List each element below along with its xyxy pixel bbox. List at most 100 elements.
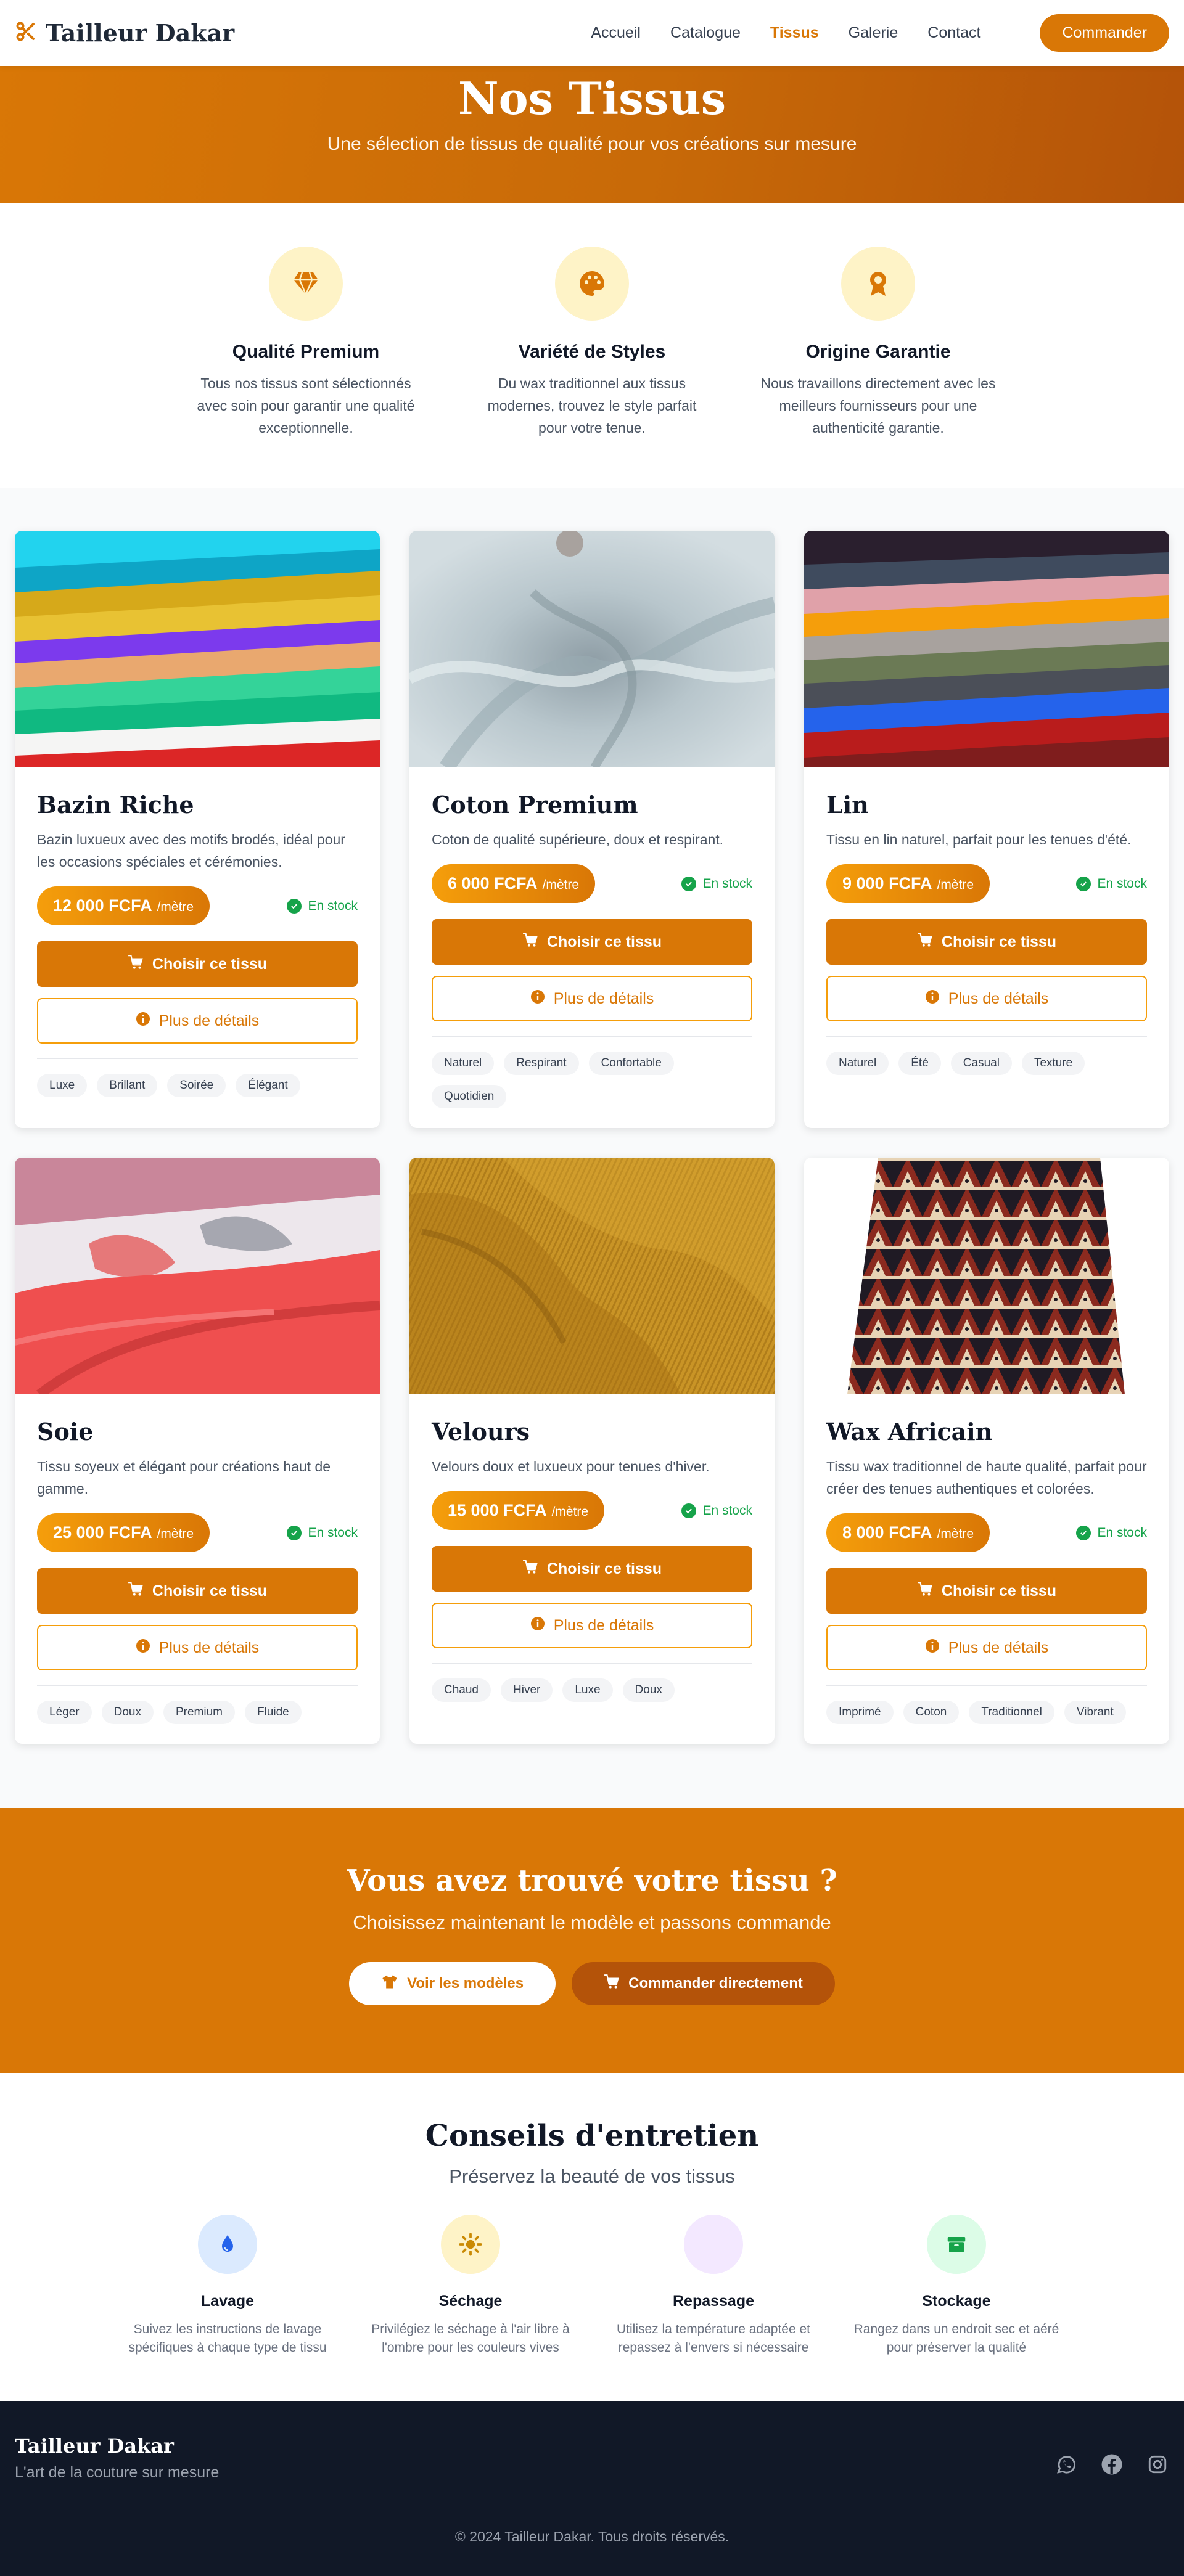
gem-icon [269, 247, 343, 321]
facebook-icon[interactable] [1100, 2453, 1124, 2476]
order-directly-button[interactable]: Commander directement [572, 1962, 835, 2005]
price-badge: 8 000 FCFA /mètre [826, 1513, 990, 1552]
fabric-description: Coton de qualité supérieure, doux et res… [432, 832, 724, 848]
care-tip-ironing: Repassage Utilisez la température adapté… [607, 2215, 820, 2357]
fabric-card-lin: Lin Tissu en lin naturel, parfait pour l… [804, 531, 1169, 1128]
fabric-card-soie: Soie Tissu soyeux et élégant pour créati… [15, 1158, 380, 1744]
price-badge: 9 000 FCFA /mètre [826, 864, 990, 903]
button-label: Choisir ce tissu [941, 1582, 1057, 1600]
tag: Naturel [432, 1052, 495, 1075]
view-models-button[interactable]: Voir les modèles [349, 1962, 556, 2005]
tag: Respirant [504, 1052, 579, 1075]
details-button[interactable]: Plus de détails [826, 976, 1147, 1021]
cart-icon [128, 1581, 144, 1601]
footer-brand: Tailleur Dakar [15, 2434, 174, 2458]
button-label: Plus de détails [158, 1012, 260, 1029]
stock-label: En stock [308, 898, 358, 913]
stock-status: En stock [1076, 1525, 1147, 1540]
fabric-image-velours [409, 1158, 775, 1394]
details-button[interactable]: Plus de détails [37, 1625, 358, 1670]
choose-fabric-button[interactable]: Choisir ce tissu [432, 919, 752, 965]
brand[interactable]: Tailleur Dakar [15, 19, 234, 47]
palette-icon [555, 247, 629, 321]
tag: Premium [163, 1701, 235, 1724]
fabric-card-bazin: Bazin Riche Bazin luxueux avec des motif… [15, 531, 380, 1128]
tag: Hiver [501, 1678, 553, 1702]
instagram-icon[interactable] [1146, 2453, 1169, 2476]
choose-fabric-button[interactable]: Choisir ce tissu [432, 1546, 752, 1592]
tag: Traditionnel [969, 1701, 1054, 1724]
fabric-description: Velours doux et luxueux pour tenues d'hi… [432, 1458, 710, 1474]
care-tip-text: Privilégiez le séchage à l'air libre à l… [371, 2322, 570, 2355]
fabric-tags: Naturel Respirant Confortable Quotidien [432, 1052, 752, 1108]
choose-fabric-button[interactable]: Choisir ce tissu [37, 1568, 358, 1614]
fabrics-catalog: Bazin Riche Bazin luxueux avec des motif… [0, 488, 1184, 1808]
award-icon [841, 247, 915, 321]
sun-icon [441, 2215, 500, 2274]
divider [432, 1036, 752, 1037]
details-button[interactable]: Plus de détails [432, 976, 752, 1021]
commander-button[interactable]: Commander [1040, 14, 1169, 52]
nav-link-contact[interactable]: Contact [927, 24, 980, 42]
details-button[interactable]: Plus de détails [432, 1603, 752, 1648]
info-icon [530, 1616, 545, 1635]
stock-label: En stock [1097, 876, 1147, 891]
details-button[interactable]: Plus de détails [37, 998, 358, 1044]
top-navbar: Tailleur Dakar Accueil Catalogue Tissus … [0, 0, 1184, 66]
care-tips-section: Conseils d'entretien Préservez la beauté… [0, 2073, 1184, 2401]
whatsapp-icon[interactable] [1054, 2453, 1078, 2476]
nav-link-catalogue[interactable]: Catalogue [670, 24, 741, 42]
button-label: Choisir ce tissu [152, 955, 268, 973]
button-label: Commander directement [628, 1975, 803, 1992]
check-circle-icon [1076, 1525, 1092, 1540]
price-badge: 6 000 FCFA /mètre [432, 864, 596, 903]
stock-label: En stock [1097, 1525, 1147, 1540]
cta-banner: Vous avez trouvé votre tissu ? Choisisse… [0, 1808, 1184, 2073]
fabric-tags: Léger Doux Premium Fluide [37, 1701, 358, 1724]
fabric-image-bazin [15, 531, 380, 767]
info-icon [136, 1638, 150, 1658]
nav-link-accueil[interactable]: Accueil [591, 24, 641, 42]
divider [37, 1685, 358, 1686]
footer-tagline: L'art de la couture sur mesure [15, 2464, 220, 2481]
droplet-icon [198, 2215, 257, 2274]
tag: Doux [622, 1678, 675, 1702]
fabric-card-coton: Coton Premium Coton de qualité supérieur… [409, 531, 775, 1128]
choose-fabric-button[interactable]: Choisir ce tissu [826, 919, 1147, 965]
stock-status: En stock [287, 898, 358, 914]
check-circle-icon [287, 898, 302, 914]
price-amount: 15 000 FCFA [448, 1501, 547, 1519]
nav-link-tissus[interactable]: Tissus [770, 24, 819, 42]
button-label: Choisir ce tissu [546, 933, 662, 951]
choose-fabric-button[interactable]: Choisir ce tissu [826, 1568, 1147, 1614]
tag: Confortable [588, 1052, 674, 1075]
details-button[interactable]: Plus de détails [826, 1625, 1147, 1670]
fabric-tags: Imprimé Coton Traditionnel Vibrant [826, 1701, 1147, 1724]
check-circle-icon [287, 1525, 302, 1540]
care-tip-drying: Séchage Privilégiez le séchage à l'air l… [364, 2215, 577, 2357]
tag: Naturel [826, 1052, 889, 1075]
tag: Doux [101, 1701, 154, 1724]
stock-status: En stock [287, 1525, 358, 1540]
price-badge: 12 000 FCFA /mètre [37, 886, 210, 925]
price-unit: /mètre [937, 878, 974, 892]
price-unit: /mètre [157, 1527, 194, 1541]
feature-text: Du wax traditionnel aux tissus modernes,… [487, 375, 697, 436]
choose-fabric-button[interactable]: Choisir ce tissu [37, 941, 358, 987]
cart-icon [522, 932, 538, 952]
fabric-image-lin [804, 531, 1169, 767]
tag: Vibrant [1064, 1701, 1126, 1724]
stock-label: En stock [702, 876, 752, 891]
info-icon [925, 989, 940, 1008]
button-label: Choisir ce tissu [152, 1582, 268, 1600]
price-amount: 8 000 FCFA [842, 1523, 932, 1542]
fabric-name: Velours [432, 1418, 530, 1445]
care-tip-title: Séchage [438, 2292, 503, 2310]
price-amount: 6 000 FCFA [448, 874, 538, 893]
check-circle-icon [681, 876, 697, 891]
nav-link-galerie[interactable]: Galerie [849, 24, 898, 42]
tag: Chaud [432, 1678, 491, 1702]
tag: Texture [1021, 1052, 1085, 1075]
button-label: Choisir ce tissu [546, 1560, 662, 1577]
price-badge: 15 000 FCFA /mètre [432, 1491, 605, 1530]
